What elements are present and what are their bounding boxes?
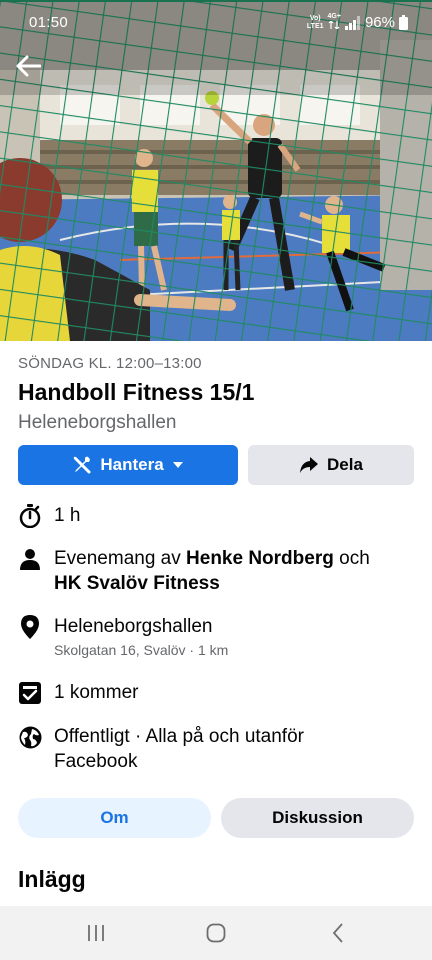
location-text: Heleneborgshallen Skolgatan 16, Svalöv ·…	[54, 614, 414, 660]
battery-percent: 96%	[364, 14, 395, 31]
back-nav-button[interactable]	[325, 920, 351, 946]
data-arrows-icon	[328, 20, 339, 30]
network-type-indicator: 4G+	[328, 13, 341, 32]
manage-button[interactable]: Hantera	[18, 445, 238, 485]
status-indicators: Vo) LTE1 4G+ 96%	[307, 13, 408, 32]
event-date-time: SÖNDAG KL. 12:00–13:00	[18, 355, 202, 372]
location-address: Skolgatan 16, Svalöv · 1 km	[54, 642, 229, 658]
network-type-text: 4G+	[327, 13, 341, 20]
stopwatch-icon	[18, 504, 42, 528]
cover-photo: 01:50 Vo) LTE1 4G+ 96%	[0, 0, 432, 341]
volte-indicator: Vo) LTE1	[307, 15, 324, 31]
event-title: Handboll Fitness 15/1	[18, 379, 255, 405]
event-venue[interactable]: Heleneborgshallen	[18, 412, 176, 434]
system-nav-bar	[0, 906, 432, 960]
status-time: 01:50	[29, 14, 69, 31]
organizer-prefix: Evenemang av	[54, 548, 187, 569]
duration-row: 1 h	[18, 503, 80, 528]
privacy-line-1: Offentligt · Alla på och utanför	[54, 726, 304, 747]
arrow-left-icon	[16, 55, 41, 77]
recent-apps-button[interactable]	[83, 920, 109, 946]
posts-section-title: Inlägg	[18, 866, 86, 892]
duration-text: 1 h	[54, 505, 81, 526]
attendance-row[interactable]: 1 kommer	[18, 680, 138, 705]
status-bar: 01:50 Vo) LTE1 4G+ 96%	[0, 0, 432, 46]
privacy-row: Offentligt · Alla på och utanför Facebook	[18, 724, 304, 772]
organizer-joiner: och	[333, 548, 370, 569]
share-button[interactable]: Dela	[248, 445, 414, 485]
cover-photo-image	[0, 0, 432, 341]
location-row[interactable]: Heleneborgshallen Skolgatan 16, Svalöv ·…	[18, 614, 228, 658]
volte-top-text: Vo)	[309, 14, 321, 22]
organizer-name-1[interactable]: Henke Nordberg	[186, 548, 334, 569]
tab-discussion[interactable]: Diskussion	[221, 798, 414, 838]
map-pin-icon	[18, 615, 42, 639]
tools-icon	[74, 456, 91, 474]
privacy-line-2: Facebook	[54, 751, 138, 772]
attendance-text: 1 kommer	[54, 682, 139, 703]
battery-icon	[399, 15, 408, 30]
back-button[interactable]	[12, 50, 44, 82]
share-arrow-icon	[300, 457, 319, 473]
organizer-text: Evenemang av Henke Nordberg och HK Svalöv…	[54, 546, 414, 596]
caret-down-icon	[172, 462, 183, 468]
tab-about[interactable]: Om	[18, 798, 211, 838]
organizer-name-2[interactable]: HK Svalöv Fitness	[54, 573, 220, 594]
home-icon	[206, 923, 226, 943]
signal-icon	[344, 15, 360, 30]
person-icon	[18, 547, 42, 571]
chevron-left-icon	[332, 923, 343, 943]
location-name: Heleneborgshallen	[54, 616, 213, 637]
share-button-label: Dela	[327, 455, 363, 474]
volte-bottom-text: LTE1	[306, 22, 324, 30]
manage-button-label: Hantera	[100, 455, 164, 474]
home-button[interactable]	[203, 920, 229, 946]
globe-icon	[18, 725, 42, 749]
privacy-text: Offentligt · Alla på och utanför Facebook	[54, 724, 414, 774]
recent-apps-icon	[88, 925, 104, 941]
organizer-row: Evenemang av Henke Nordberg och HK Svalöv…	[18, 546, 370, 594]
checkbox-icon	[18, 681, 42, 705]
